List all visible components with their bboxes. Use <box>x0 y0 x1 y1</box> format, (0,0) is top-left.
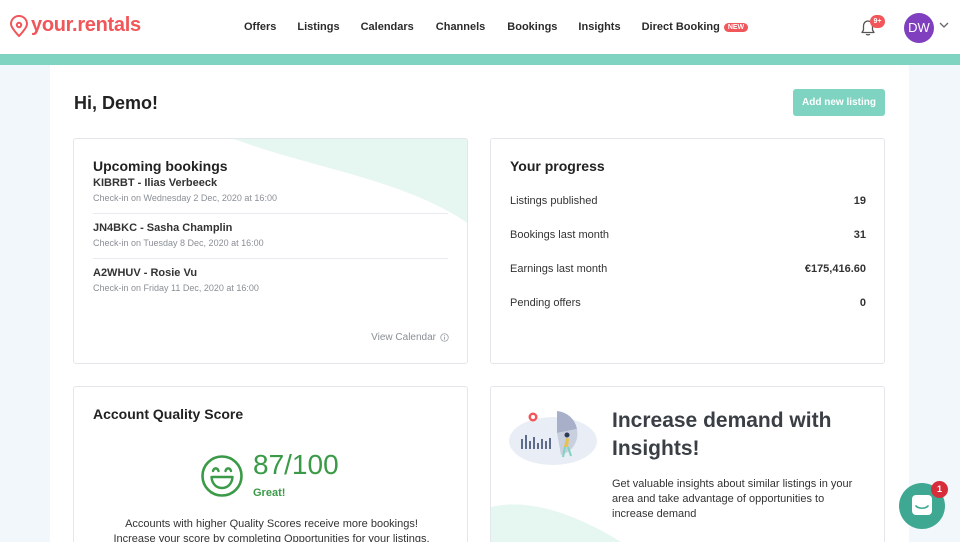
progress-label: Listings published <box>510 195 598 207</box>
booking-item[interactable]: JN4BKC - Sasha Champlin Check-in on Tues… <box>93 222 448 248</box>
notifications-badge: 9+ <box>870 15 885 28</box>
card-title: Upcoming bookings <box>93 158 228 174</box>
insights-description: Get valuable insights about similar list… <box>612 478 853 520</box>
booking-item[interactable]: KIBRBT - Ilias Verbeeck Check-in on Wedn… <box>93 177 448 203</box>
booking-guest: A2WHUV - Rosie Vu <box>93 267 198 279</box>
progress-value: 19 <box>853 195 866 207</box>
nav-calendars[interactable]: Calendars <box>361 21 414 33</box>
progress-row: Earnings last month €175,416.60 <box>510 263 866 275</box>
progress-label: Pending offers <box>510 297 581 309</box>
divider <box>93 213 448 214</box>
progress-value: 0 <box>859 297 866 309</box>
logo[interactable]: your.rentals <box>10 14 141 37</box>
quality-score-card: Account Quality Score 87/100 Great! Acco… <box>73 386 468 542</box>
nav-insights[interactable]: Insights <box>578 21 620 33</box>
info-icon <box>440 333 449 342</box>
insights-card: Increase demand with Insights! Get valua… <box>490 386 885 542</box>
quality-description: Accounts with higher Quality Scores rece… <box>74 517 467 542</box>
nav-direct-booking[interactable]: Direct Booking NEW <box>642 21 749 33</box>
progress-value: €175,416.60 <box>804 263 866 275</box>
booking-item[interactable]: A2WHUV - Rosie Vu Check-in on Friday 11 … <box>93 267 448 293</box>
card-title: Your progress <box>510 158 605 174</box>
logo-text: your.rentals <box>31 14 141 36</box>
nav-listings[interactable]: Listings <box>297 21 339 33</box>
quality-rating: Great! <box>253 487 286 499</box>
booking-checkin: Check-in on Wednesday 2 Dec, 2020 at 16:… <box>93 193 277 203</box>
page-title: Hi, Demo! <box>74 93 159 113</box>
accent-bar <box>0 54 960 65</box>
progress-label: Earnings last month <box>510 263 608 275</box>
chat-badge: 1 <box>931 481 948 498</box>
smiley-icon <box>201 455 243 497</box>
nav-offers[interactable]: Offers <box>244 21 276 33</box>
booking-checkin: Check-in on Tuesday 8 Dec, 2020 at 16:00 <box>93 238 264 248</box>
booking-guest: KIBRBT - Ilias Verbeeck <box>93 177 218 189</box>
new-badge: NEW <box>723 23 749 32</box>
divider <box>93 258 448 259</box>
view-calendar-label: View Calendar <box>371 332 436 343</box>
progress-card: Your progress Listings published 19 Book… <box>490 138 885 364</box>
upcoming-bookings-card: Upcoming bookings KIBRBT - Ilias Verbeec… <box>73 138 468 364</box>
progress-row: Pending offers 0 <box>510 297 866 309</box>
progress-value: 31 <box>853 229 866 241</box>
progress-row: Listings published 19 <box>510 195 866 207</box>
nav-direct-booking-label: Direct Booking <box>641 21 720 33</box>
quality-score: 87/100 <box>253 449 339 480</box>
quality-description-line: Accounts with higher Quality Scores rece… <box>125 518 418 530</box>
quality-description-line: Increase your score by completing Opport… <box>113 533 430 542</box>
avatar[interactable]: DW <box>904 13 934 43</box>
progress-label: Bookings last month <box>510 229 610 241</box>
nav-channels[interactable]: Channels <box>436 21 486 33</box>
add-new-listing-button[interactable]: Add new listing <box>793 89 885 116</box>
nav-bookings[interactable]: Bookings <box>507 21 557 33</box>
view-calendar-link[interactable]: View Calendar <box>371 332 449 343</box>
booking-guest: JN4BKC - Sasha Champlin <box>93 222 233 234</box>
main-nav: Offers Listings Calendars Channels Booki… <box>244 21 749 33</box>
insights-illustration <box>509 411 597 465</box>
brand-pin-icon <box>10 14 28 37</box>
top-navigation: your.rentals Offers Listings Calendars C… <box>0 0 960 56</box>
progress-row: Bookings last month 31 <box>510 229 866 241</box>
chevron-down-icon[interactable] <box>939 22 949 29</box>
booking-checkin: Check-in on Friday 11 Dec, 2020 at 16:00 <box>93 283 259 293</box>
dashboard-panel: Hi, Demo! Add new listing Upcoming booki… <box>50 65 909 542</box>
card-title: Account Quality Score <box>93 406 244 422</box>
insights-title: Increase demand with Insights! <box>612 409 832 460</box>
